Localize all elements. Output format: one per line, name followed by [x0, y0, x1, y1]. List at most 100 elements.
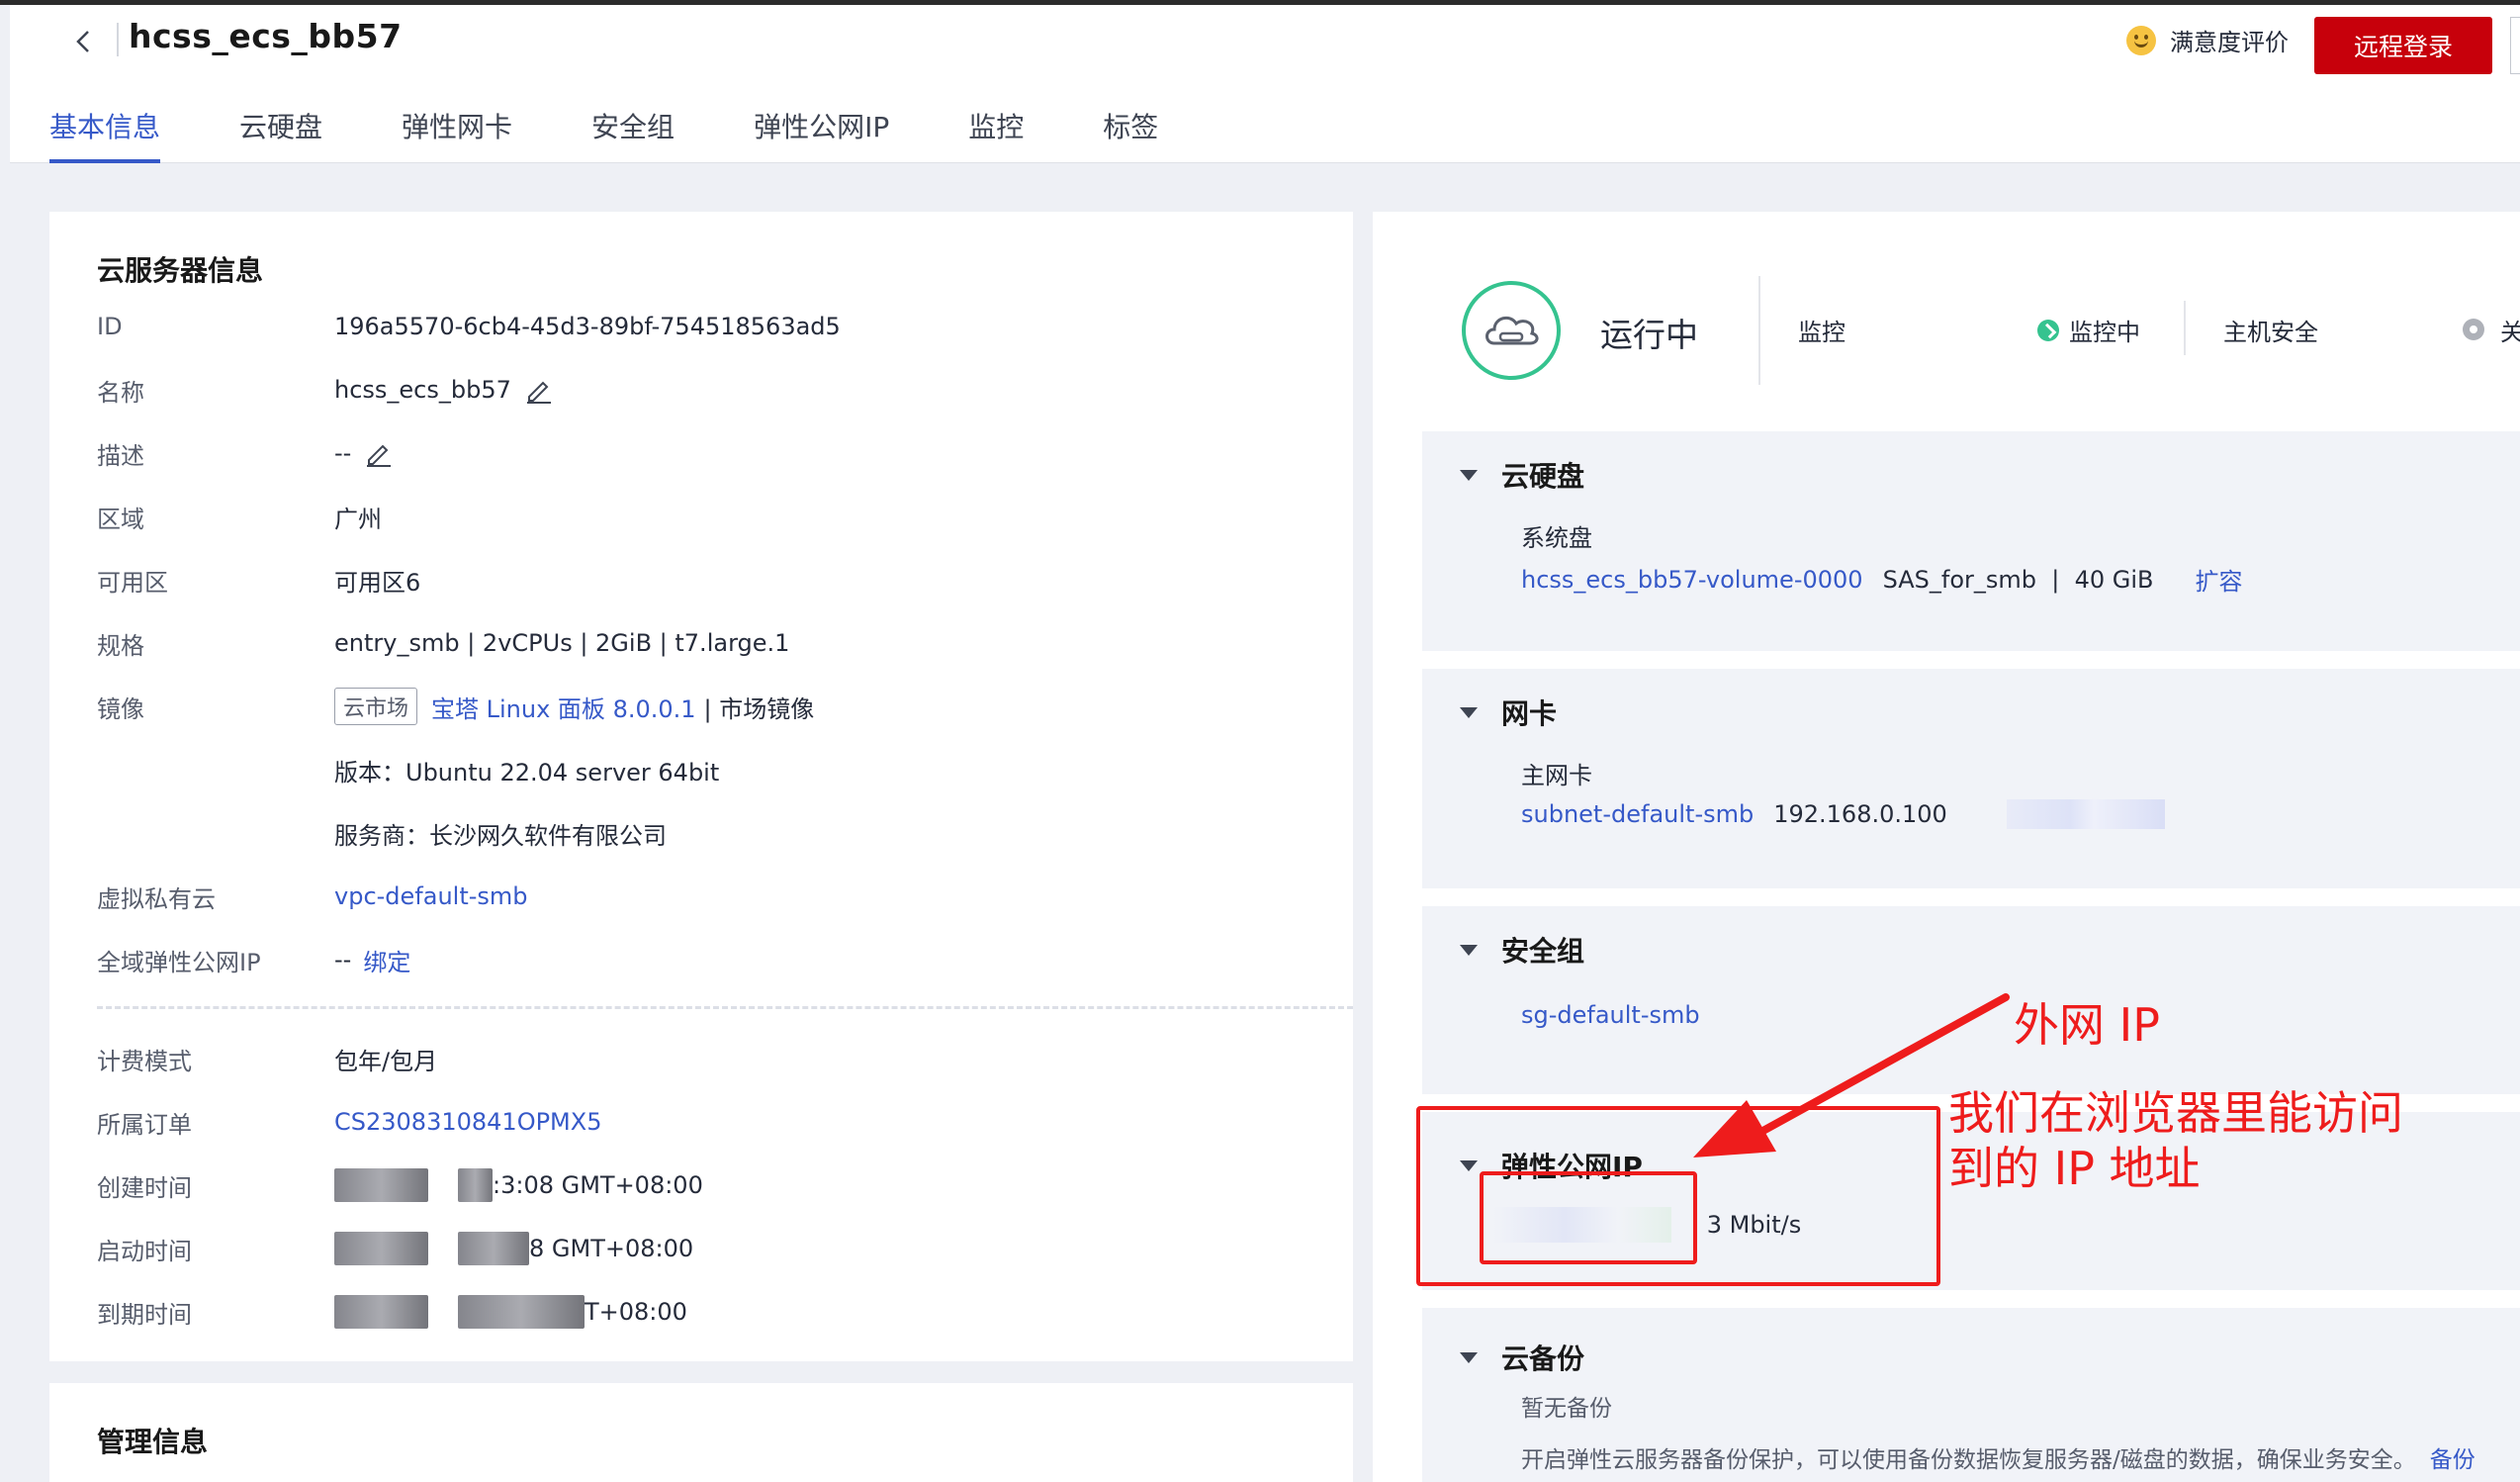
desc-value: -- — [334, 439, 352, 467]
redacted-block — [458, 1232, 529, 1265]
expand-link[interactable]: 扩容 — [2196, 562, 2243, 597]
id-value: 196a5570-6cb4-45d3-89bf-754518563ad5 — [334, 313, 841, 340]
tab-bar: 基本信息 云硬盘 弹性网卡 安全组 弹性公网IP 监控 标签 — [49, 94, 1237, 163]
check-circle-icon — [2037, 319, 2059, 341]
status-card: 运行中 监控 监控中 主机安全 关 云硬盘 系统盘 hcss_ecs_bb57-… — [1373, 212, 2520, 1482]
expire-label: 到期时间 — [97, 1300, 192, 1329]
tab-basic-info[interactable]: 基本信息 — [49, 94, 161, 163]
row-image: 镜像 云市场 宝塔 Linux 面板 8.0.0.1 | 市场镜像 — [97, 687, 814, 726]
satisfaction-rating-link[interactable]: 满意度评价 — [2126, 23, 2289, 57]
remote-login-button[interactable]: 远程登录 — [2314, 17, 2492, 74]
more-actions-button[interactable] — [2510, 17, 2520, 74]
redacted-block — [334, 1295, 428, 1329]
desc-label: 描述 — [97, 441, 144, 470]
backup-panel-title: 云备份 — [1501, 1343, 1585, 1375]
tab-monitor[interactable]: 监控 — [968, 94, 1024, 163]
image-version: 版本：Ubuntu 22.04 server 64bit — [334, 758, 720, 787]
disabled-circle-icon — [2463, 319, 2484, 340]
spec-label: 规格 — [97, 631, 144, 660]
row-billing: 计费模式 包年/包月 — [97, 1039, 437, 1078]
row-order: 所属订单 CS2308310841OPMX5 — [97, 1102, 601, 1142]
smile-icon — [2126, 25, 2156, 55]
image-link[interactable]: 宝塔 Linux 面板 8.0.0.1 — [431, 690, 696, 724]
satisfaction-label: 满意度评价 — [2170, 29, 2289, 56]
row-expire: 到期时间 T+08:00 — [97, 1292, 687, 1332]
chevron-left-icon — [76, 31, 89, 52]
private-ip: 192.168.0.100 — [1773, 800, 1947, 828]
host-security-label: 主机安全 — [2223, 319, 2318, 346]
edit-description-icon[interactable] — [363, 438, 393, 468]
redacted-block — [458, 1168, 493, 1202]
management-info-title: 管理信息 — [97, 1426, 209, 1458]
status-summary: 运行中 监控 监控中 主机安全 关 — [1373, 212, 2520, 419]
annotation-note-line1: 我们在浏览器里能访问 — [1948, 1086, 2403, 1140]
annotation-external-ip: 外网 IP — [2014, 998, 2160, 1052]
section-divider — [97, 1006, 1353, 1009]
security-group-panel: 安全组 sg-default-smb — [1422, 906, 2520, 1094]
caret-down-icon — [1460, 1351, 1478, 1363]
security-group-panel-title: 安全组 — [1501, 935, 1585, 968]
nic-panel-header[interactable]: 网卡 — [1460, 693, 1557, 732]
primary-nic-label: 主网卡 — [1521, 762, 1592, 789]
backup-description: 开启弹性云服务器备份保护，可以使用备份数据恢复服务器/磁盘的数据，确保业务安全。 — [1521, 1447, 2416, 1473]
row-image-version: 版本：Ubuntu 22.04 server 64bit — [334, 750, 719, 789]
volume-spec: SAS_for_smb | 40 GiB — [1882, 565, 2154, 594]
row-started: 启动时间 8 GMT+08:00 — [97, 1229, 693, 1268]
row-id: ID 196a5570-6cb4-45d3-89bf-754518563ad5 — [97, 307, 841, 346]
created-value: :3:08 GMT+08:00 — [493, 1171, 703, 1199]
row-created: 创建时间 :3:08 GMT+08:00 — [97, 1165, 703, 1205]
image-vendor: 服务商：长沙网久软件有限公司 — [334, 821, 667, 850]
row-availability-zone: 可用区 可用区6 — [97, 560, 420, 600]
security-group-link[interactable]: sg-default-smb — [1521, 1001, 1700, 1029]
caret-down-icon — [1460, 944, 1478, 956]
caret-down-icon — [1460, 469, 1478, 481]
row-image-vendor: 服务商：长沙网久软件有限公司 — [334, 813, 667, 853]
expire-value: T+08:00 — [585, 1298, 687, 1326]
row-description: 描述 -- — [97, 433, 393, 473]
disk-panel-header[interactable]: 云硬盘 — [1460, 455, 1584, 495]
backup-link[interactable]: 备份 — [2430, 1440, 2475, 1474]
no-backup-text: 暂无备份 — [1521, 1396, 1612, 1422]
global-eip-value: -- — [334, 946, 352, 973]
tab-eip[interactable]: 弹性公网IP — [754, 94, 889, 163]
back-button[interactable] — [59, 17, 109, 66]
started-value: 8 GMT+08:00 — [529, 1235, 694, 1262]
tab-cloud-disk[interactable]: 云硬盘 — [239, 94, 322, 163]
edit-name-icon[interactable] — [523, 375, 553, 405]
server-status-text: 运行中 — [1600, 316, 1698, 354]
backup-panel-header[interactable]: 云备份 — [1460, 1338, 1584, 1377]
volume-link[interactable]: hcss_ecs_bb57-volume-0000 — [1521, 566, 1863, 594]
order-link[interactable]: CS2308310841OPMX5 — [334, 1108, 601, 1136]
row-region: 区域 广州 — [97, 497, 382, 536]
region-value: 广州 — [334, 505, 382, 533]
redacted-block — [334, 1168, 428, 1202]
monitor-status-text: 监控中 — [2069, 319, 2140, 346]
subnet-link[interactable]: subnet-default-smb — [1521, 800, 1754, 828]
host-security-status: 关 — [2500, 319, 2520, 346]
nic-panel-title: 网卡 — [1501, 697, 1558, 730]
created-label: 创建时间 — [97, 1173, 192, 1202]
region-label: 区域 — [97, 505, 144, 533]
row-vpc: 虚拟私有云 vpc-default-smb — [97, 877, 528, 916]
server-running-icon — [1462, 281, 1561, 380]
image-label: 镜像 — [97, 695, 144, 723]
annotation-ip-box — [1480, 1171, 1697, 1264]
server-info-title: 云服务器信息 — [97, 254, 264, 287]
marketplace-tag: 云市场 — [334, 688, 418, 725]
redacted-block — [2006, 799, 2165, 829]
redacted-block — [458, 1295, 585, 1329]
tab-security-group[interactable]: 安全组 — [591, 94, 675, 163]
nic-row: subnet-default-smb 192.168.0.100 — [1521, 799, 2165, 829]
order-label: 所属订单 — [97, 1110, 192, 1139]
redacted-block — [334, 1232, 428, 1265]
name-label: 名称 — [97, 378, 144, 407]
title-separator — [117, 23, 119, 56]
row-name: 名称 hcss_ecs_bb57 — [97, 370, 553, 410]
security-group-panel-header[interactable]: 安全组 — [1460, 930, 1584, 970]
tab-tags[interactable]: 标签 — [1103, 94, 1158, 163]
disk-panel: 云硬盘 系统盘 hcss_ecs_bb57-volume-0000 SAS_fo… — [1422, 431, 2520, 651]
name-value: hcss_ecs_bb57 — [334, 376, 511, 404]
bind-link[interactable]: 绑定 — [363, 943, 410, 977]
vpc-link[interactable]: vpc-default-smb — [334, 882, 528, 910]
tab-elastic-nic[interactable]: 弹性网卡 — [402, 94, 512, 163]
